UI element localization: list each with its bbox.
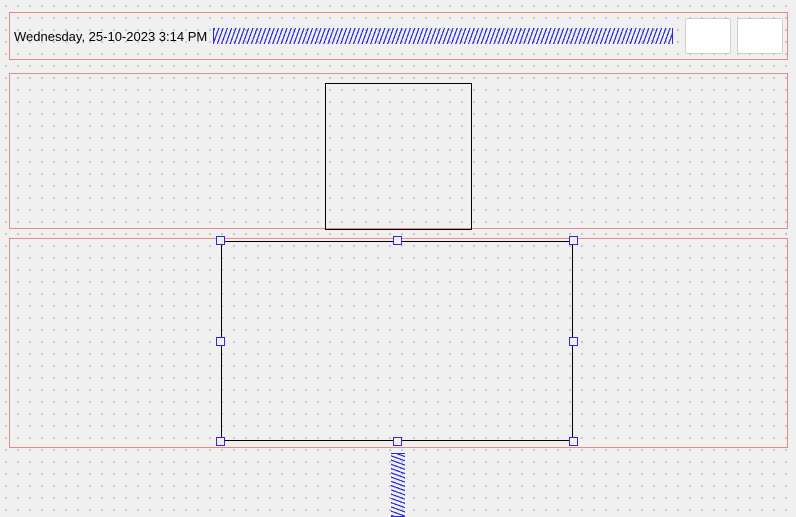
header-panel: Wednesday, 25-10-2023 3:14 PM — [9, 12, 788, 60]
resize-handle-s[interactable] — [393, 437, 402, 446]
slider-fill — [214, 28, 672, 44]
resize-handle-n[interactable] — [393, 236, 402, 245]
toolbar-box-1[interactable] — [685, 18, 731, 54]
toolbar-box-2[interactable] — [737, 18, 783, 54]
slider-track[interactable] — [213, 28, 673, 44]
resize-handle-nw[interactable] — [216, 236, 225, 245]
resize-handle-w[interactable] — [216, 337, 225, 346]
vertical-slider-track[interactable] — [391, 453, 405, 517]
resize-handle-sw[interactable] — [216, 437, 225, 446]
resize-handle-ne[interactable] — [569, 236, 578, 245]
shape-square[interactable] — [325, 83, 472, 230]
resize-handle-e[interactable] — [569, 337, 578, 346]
resize-handle-se[interactable] — [569, 437, 578, 446]
datetime-label: Wednesday, 25-10-2023 3:14 PM — [14, 29, 207, 44]
shape-rectangle-selected[interactable] — [221, 241, 573, 441]
